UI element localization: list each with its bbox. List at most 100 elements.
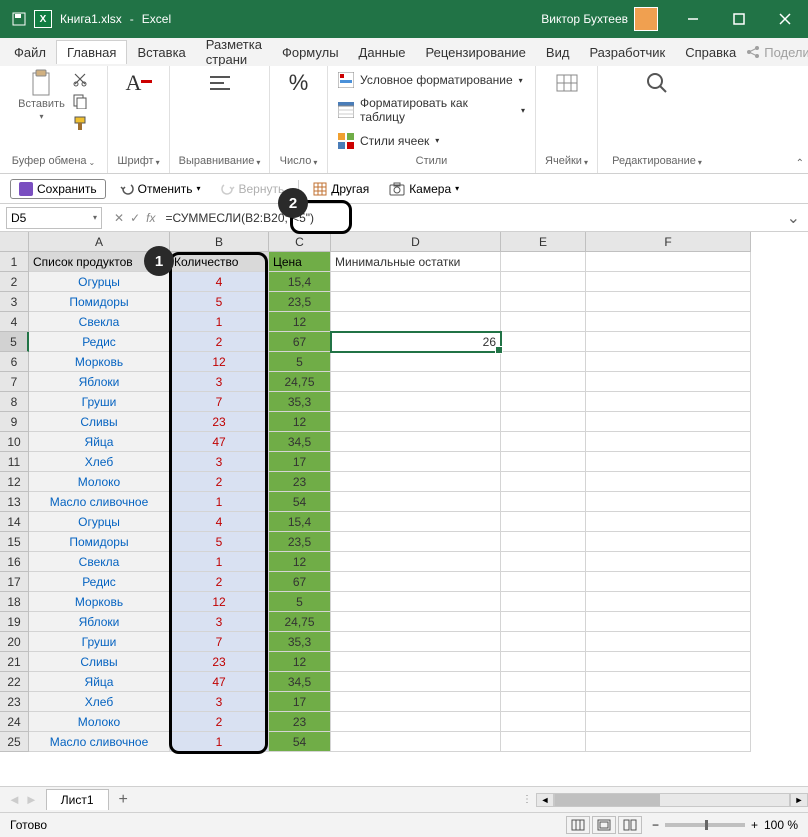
col-header-C[interactable]: C	[269, 232, 331, 252]
cell-f8[interactable]	[586, 392, 751, 412]
tab-data[interactable]: Данные	[349, 41, 416, 64]
cell-f7[interactable]	[586, 372, 751, 392]
cell-c24[interactable]: 23	[269, 712, 331, 732]
cell-a19[interactable]: Яблоки	[29, 612, 170, 632]
cell-e20[interactable]	[501, 632, 586, 652]
cell-a3[interactable]: Помидоры	[29, 292, 170, 312]
cell-d25[interactable]	[331, 732, 501, 752]
cell-c20[interactable]: 35,3	[269, 632, 331, 652]
horizontal-scrollbar[interactable]	[554, 793, 790, 807]
cell-e4[interactable]	[501, 312, 586, 332]
tab-developer[interactable]: Разработчик	[579, 41, 675, 64]
scroll-right[interactable]: ►	[790, 793, 808, 807]
zoom-slider[interactable]	[665, 823, 745, 827]
tab-home[interactable]: Главная	[56, 40, 127, 64]
cell-d12[interactable]	[331, 472, 501, 492]
cell-c7[interactable]: 24,75	[269, 372, 331, 392]
cell-e23[interactable]	[501, 692, 586, 712]
cell-f12[interactable]	[586, 472, 751, 492]
cell-d9[interactable]	[331, 412, 501, 432]
cell-d1[interactable]: Минимальные остатки	[331, 252, 501, 272]
cell-c10[interactable]: 34,5	[269, 432, 331, 452]
row-header[interactable]: 9	[0, 412, 29, 432]
cell-b11[interactable]: 3	[170, 452, 269, 472]
cell-d16[interactable]	[331, 552, 501, 572]
cell-c19[interactable]: 24,75	[269, 612, 331, 632]
cell-d21[interactable]	[331, 652, 501, 672]
col-header-B[interactable]: B	[170, 232, 269, 252]
cell-e15[interactable]	[501, 532, 586, 552]
cell-b4[interactable]: 1	[170, 312, 269, 332]
cell-b13[interactable]: 1	[170, 492, 269, 512]
cell-a4[interactable]: Свекла	[29, 312, 170, 332]
cell-d2[interactable]	[331, 272, 501, 292]
cell-d6[interactable]	[331, 352, 501, 372]
cell-b19[interactable]: 3	[170, 612, 269, 632]
cell-c4[interactable]: 12	[269, 312, 331, 332]
col-header-F[interactable]: F	[586, 232, 751, 252]
cell-d24[interactable]	[331, 712, 501, 732]
cell-e18[interactable]	[501, 592, 586, 612]
cell-a10[interactable]: Яйца	[29, 432, 170, 452]
cell-c21[interactable]: 12	[269, 652, 331, 672]
cell-d4[interactable]	[331, 312, 501, 332]
cell-b9[interactable]: 23	[170, 412, 269, 432]
cell-d23[interactable]	[331, 692, 501, 712]
cell-a9[interactable]: Сливы	[29, 412, 170, 432]
autosave-icon[interactable]	[12, 12, 26, 26]
cell-a25[interactable]: Масло сливочное	[29, 732, 170, 752]
tab-formulas[interactable]: Формулы	[272, 41, 349, 64]
cell-e6[interactable]	[501, 352, 586, 372]
cell-d8[interactable]	[331, 392, 501, 412]
cell-f24[interactable]	[586, 712, 751, 732]
row-header[interactable]: 5	[0, 332, 29, 352]
other-button[interactable]: Другая	[307, 180, 375, 198]
cell-c12[interactable]: 23	[269, 472, 331, 492]
page-layout-view[interactable]	[592, 816, 616, 834]
cell-f13[interactable]	[586, 492, 751, 512]
cell-e17[interactable]	[501, 572, 586, 592]
editing-group[interactable]	[644, 70, 670, 96]
cell-e22[interactable]	[501, 672, 586, 692]
cell-a20[interactable]: Груши	[29, 632, 170, 652]
cancel-icon[interactable]: ✕	[114, 211, 124, 225]
cell-c1[interactable]: Цена	[269, 252, 331, 272]
cell-d17[interactable]	[331, 572, 501, 592]
cell-f17[interactable]	[586, 572, 751, 592]
cell-d11[interactable]	[331, 452, 501, 472]
save-button[interactable]: Сохранить	[10, 179, 106, 199]
row-header[interactable]: 19	[0, 612, 29, 632]
cell-a8[interactable]: Груши	[29, 392, 170, 412]
maximize-button[interactable]	[716, 0, 762, 38]
cell-b10[interactable]: 47	[170, 432, 269, 452]
cell-a7[interactable]: Яблоки	[29, 372, 170, 392]
cell-f22[interactable]	[586, 672, 751, 692]
cell-a18[interactable]: Морковь	[29, 592, 170, 612]
sheet-nav-first[interactable]: ◄	[8, 792, 21, 807]
cell-e3[interactable]	[501, 292, 586, 312]
undo-button[interactable]: Отменить▾	[114, 180, 207, 198]
cell-c6[interactable]: 5	[269, 352, 331, 372]
col-header-D[interactable]: D	[331, 232, 501, 252]
row-header[interactable]: 15	[0, 532, 29, 552]
cell-e7[interactable]	[501, 372, 586, 392]
row-header[interactable]: 14	[0, 512, 29, 532]
cell-d19[interactable]	[331, 612, 501, 632]
cell-e5[interactable]	[501, 332, 586, 352]
cell-b15[interactable]: 5	[170, 532, 269, 552]
sheet-tab[interactable]: Лист1	[46, 789, 109, 810]
cell-c17[interactable]: 67	[269, 572, 331, 592]
cell-b16[interactable]: 1	[170, 552, 269, 572]
col-header-E[interactable]: E	[501, 232, 586, 252]
cell-d22[interactable]	[331, 672, 501, 692]
select-all-corner[interactable]	[0, 232, 29, 252]
cell-e14[interactable]	[501, 512, 586, 532]
format-painter-button[interactable]	[71, 114, 89, 132]
cell-d20[interactable]	[331, 632, 501, 652]
cell-f1[interactable]	[586, 252, 751, 272]
expand-formula-bar[interactable]: ⌄	[779, 208, 808, 228]
enter-icon[interactable]: ✓	[130, 211, 140, 225]
cell-b25[interactable]: 1	[170, 732, 269, 752]
conditional-formatting[interactable]: Условное форматирование▾	[338, 70, 523, 90]
share-button[interactable]: Поделиться	[746, 45, 808, 60]
